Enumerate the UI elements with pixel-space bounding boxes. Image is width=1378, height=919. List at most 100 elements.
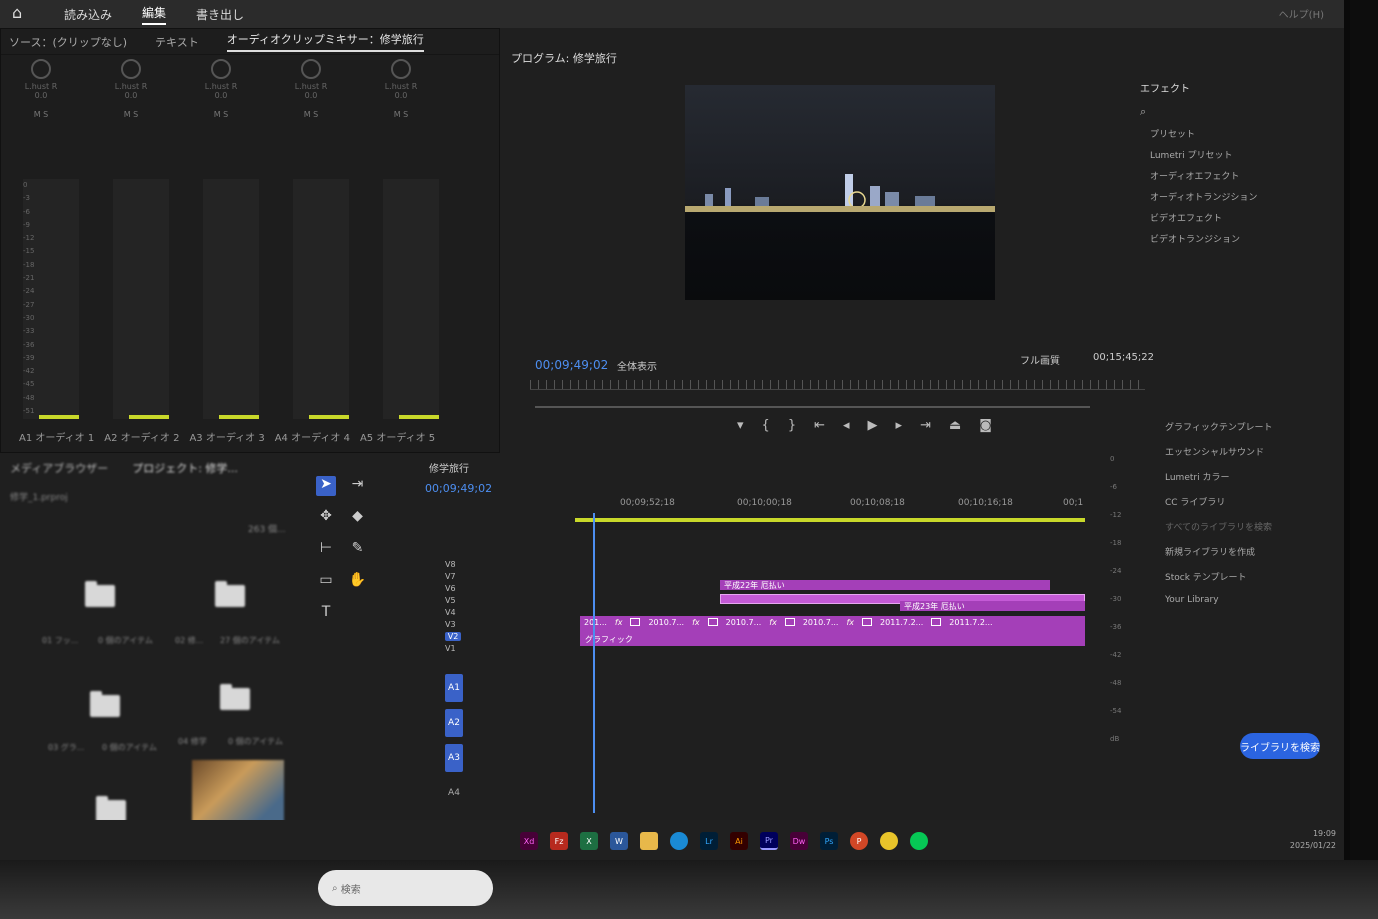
type-icon[interactable]: T <box>316 604 336 624</box>
folder-icon[interactable] <box>220 684 250 710</box>
tab-source[interactable]: ソース：(クリップなし) <box>9 34 127 50</box>
go-to-out-icon[interactable]: ⇥ <box>920 418 931 433</box>
play-icon[interactable]: ▶ <box>868 418 878 433</box>
step-back-icon[interactable]: ◂ <box>843 418 850 433</box>
effects-item[interactable]: オーディオトランジション <box>1150 190 1344 203</box>
track-header-a4[interactable]: A4 <box>445 775 525 810</box>
pan-knob[interactable] <box>31 59 51 79</box>
folder-icon[interactable] <box>90 691 120 717</box>
folder-icon[interactable] <box>96 796 126 822</box>
menu-help[interactable]: ヘルプ(H) <box>1279 6 1324 21</box>
taskbar-app-icon[interactable]: P <box>850 832 868 850</box>
monitor-scrubber[interactable] <box>535 406 1090 408</box>
selection-tool-icon[interactable]: ➤ <box>316 476 336 496</box>
pan-knob[interactable] <box>391 59 411 79</box>
home-icon[interactable]: ⌂ <box>12 3 34 25</box>
libraries-item[interactable]: グラフィックテンプレート <box>1165 420 1344 433</box>
step-forward-icon[interactable]: ▸ <box>896 418 903 433</box>
track-header-v3[interactable]: V3 <box>445 618 525 630</box>
effects-item[interactable]: オーディオエフェクト <box>1150 169 1344 182</box>
marker-icon[interactable]: ▾ <box>737 418 744 433</box>
track-header-v7[interactable]: V7 <box>445 570 525 582</box>
mute-solo[interactable]: M S <box>91 110 171 119</box>
taskbar-app-icon[interactable]: Lr <box>700 832 718 850</box>
tab-project[interactable]: プロジェクト: 修学... <box>132 460 238 476</box>
effects-item[interactable]: プリセット <box>1150 127 1344 140</box>
create-library[interactable]: 新規ライブラリを作成 <box>1165 545 1344 558</box>
mark-in-icon[interactable]: { <box>762 418 770 433</box>
workspace-export[interactable]: 書き出し <box>196 6 244 23</box>
track-header-v6[interactable]: V6 <box>445 582 525 594</box>
effects-item[interactable]: ビデオエフェクト <box>1150 211 1344 224</box>
search-icon[interactable]: ⌕ <box>1140 105 1344 119</box>
libraries-item[interactable]: エッセンシャルサウンド <box>1165 445 1344 458</box>
taskbar-app-icon[interactable]: Dw <box>790 832 808 850</box>
quality-select[interactable]: フル画質 <box>1020 352 1060 367</box>
workspace-edit[interactable]: 編集 <box>142 4 167 25</box>
mute-solo[interactable]: M S <box>361 110 441 119</box>
taskbar-app-icon[interactable]: Ai <box>730 832 748 850</box>
timeline-ruler[interactable]: 00;09;52;18 00;10;00;18 00;10;08;18 00;1… <box>575 498 1085 516</box>
mute-solo[interactable]: M S <box>181 110 261 119</box>
stock-templates[interactable]: Stock テンプレート <box>1165 570 1344 583</box>
effects-title[interactable]: エフェクト <box>1140 80 1344 95</box>
system-clock[interactable]: 19:09 2025/01/22 <box>1290 828 1336 852</box>
effects-item[interactable]: Lumetri プリセット <box>1150 148 1344 161</box>
taskbar-app-icon[interactable]: Pr <box>760 832 778 850</box>
rectangle-icon[interactable]: ▭ <box>316 572 336 592</box>
mute-solo[interactable]: M S <box>1 110 81 119</box>
workspace-import[interactable]: 読み込み <box>64 6 112 23</box>
taskbar-app-icon[interactable]: W <box>610 832 628 850</box>
track-header-a1[interactable]: A1 <box>445 670 525 705</box>
pan-knob[interactable] <box>301 59 321 79</box>
folder-icon[interactable] <box>215 581 245 607</box>
track-header-a2[interactable]: A2 <box>445 705 525 740</box>
folder-icon[interactable] <box>85 581 115 607</box>
libraries-item[interactable]: Lumetri カラー <box>1165 470 1344 483</box>
pen-icon[interactable]: ✎ <box>348 540 368 560</box>
ripple-edit-icon[interactable]: ✥ <box>316 508 336 528</box>
edge-icon[interactable] <box>670 832 688 850</box>
track-header-v2[interactable]: V2 <box>445 630 525 642</box>
mark-out-icon[interactable]: } <box>788 418 796 433</box>
tab-text[interactable]: テキスト <box>155 34 199 50</box>
taskbar-app-icon[interactable]: Ps <box>820 832 838 850</box>
tab-audio-clip-mixer[interactable]: オーディオクリップミキサー：修学旅行 <box>226 31 424 52</box>
your-library[interactable]: Your Library <box>1165 595 1344 605</box>
pan-knob[interactable] <box>211 59 231 79</box>
camera-icon[interactable]: ◙ <box>979 418 992 433</box>
line-icon[interactable] <box>910 832 928 850</box>
timeline-title[interactable]: 修学旅行 <box>429 460 469 475</box>
taskbar-app-icon[interactable]: X <box>580 832 598 850</box>
title-clip[interactable]: 平成23年 厄払い <box>900 601 1085 611</box>
hand-icon[interactable]: ✋ <box>348 572 368 592</box>
taskbar-search[interactable]: ⌕ 検索 <box>318 870 493 906</box>
monitor-ruler[interactable] <box>530 380 1145 390</box>
search-library-button[interactable]: ライブラリを検索 <box>1240 733 1320 759</box>
track-header-a3[interactable]: A3 <box>445 740 525 775</box>
current-timecode[interactable]: 00;09;49;02 <box>535 358 608 372</box>
effects-item[interactable]: ビデオトランジション <box>1150 232 1344 245</box>
taskbar-app-icon[interactable]: Xd <box>520 832 538 850</box>
title-clip[interactable]: 平成22年 厄払い <box>720 580 1050 590</box>
taskbar-app-icon[interactable]: Fz <box>550 832 568 850</box>
zoom-select[interactable]: 全体表示 <box>617 358 657 373</box>
slip-icon[interactable]: ⊢ <box>316 540 336 560</box>
razor-icon[interactable]: ◆ <box>348 508 368 528</box>
graphic-clip[interactable]: 201... fx 2010.7... fx 2010.7... fx 2010… <box>580 616 1085 646</box>
clip-thumbnail[interactable] <box>192 760 284 828</box>
tab-media-browser[interactable]: メディアブラウザー <box>10 460 108 476</box>
pan-knob[interactable] <box>121 59 141 79</box>
folder-icon[interactable] <box>640 832 658 850</box>
work-area-bar[interactable] <box>575 518 1085 522</box>
track-header-v8[interactable]: V8 <box>445 558 525 570</box>
libraries-item[interactable]: CC ライブラリ <box>1165 495 1344 508</box>
playhead[interactable] <box>593 513 595 813</box>
go-to-in-icon[interactable]: ⇤ <box>814 418 825 433</box>
library-search[interactable]: すべてのライブラリを検索 <box>1165 520 1344 533</box>
track-header-v1[interactable]: V1 <box>445 642 525 654</box>
track-select-icon[interactable]: ⇥ <box>348 476 368 496</box>
program-title[interactable]: プログラム: 修学旅行 <box>511 50 617 66</box>
lift-icon[interactable]: ⏏ <box>949 418 961 433</box>
track-header-v4[interactable]: V4 <box>445 606 525 618</box>
